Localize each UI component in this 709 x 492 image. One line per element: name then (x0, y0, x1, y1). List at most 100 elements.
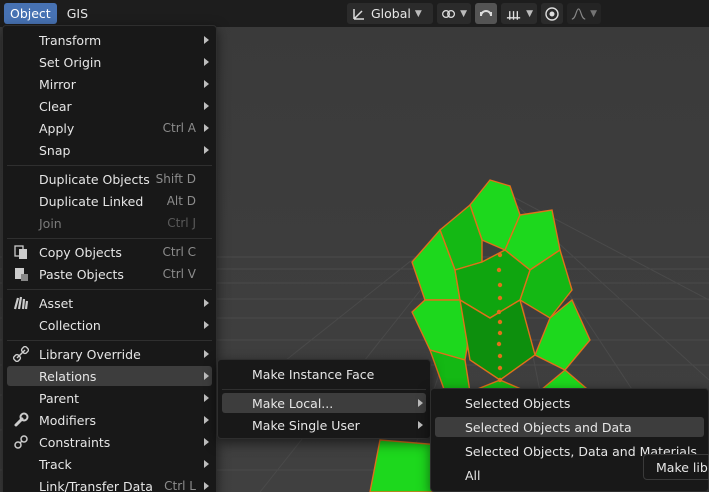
submenu-arrow-icon (204, 36, 209, 44)
menu-item-relations[interactable]: Relations (7, 366, 212, 386)
snap-target-dropdown[interactable]: ▼ (501, 3, 537, 24)
submenu-arrow-icon (204, 482, 209, 490)
menu-item-track[interactable]: Track (7, 454, 212, 474)
menu-item-copy-objects[interactable]: Copy Objects Ctrl C (7, 242, 212, 262)
snap-toggle[interactable] (475, 3, 497, 24)
menu-item-label: Join (39, 215, 62, 231)
menu-separator (7, 238, 212, 239)
menu-item-label: Clear (39, 98, 72, 114)
menu-item-label: Make Single User (252, 417, 360, 433)
menu-separator (222, 389, 426, 390)
falloff-curve-icon (571, 7, 586, 20)
link-icon (442, 9, 456, 18)
transform-orientation-dropdown[interactable]: Global ▼ (347, 3, 433, 24)
menu-item-label: Track (39, 456, 72, 472)
menu-item-join[interactable]: Join Ctrl J (7, 213, 212, 233)
menu-item-label: Duplicate Linked (39, 193, 144, 209)
object-menu: Transform Set Origin Mirror Clear Apply … (2, 25, 217, 492)
menu-item-duplicate-linked[interactable]: Duplicate Linked Alt D (7, 191, 212, 211)
asset-icon (13, 296, 29, 310)
menu-separator (7, 165, 212, 166)
snap-grid-icon (506, 10, 521, 20)
menu-item-label: Library Override (39, 346, 141, 362)
paste-icon (15, 268, 28, 281)
menu-item-make-instance-face[interactable]: Make Instance Face (222, 364, 426, 384)
pivot-point-dropdown[interactable]: ▼ (437, 3, 471, 24)
menu-item-label: Paste Objects (39, 266, 124, 282)
chevron-down-icon: ▼ (460, 8, 467, 19)
menu-item-clear[interactable]: Clear (7, 96, 212, 116)
submenu-arrow-icon (204, 350, 209, 358)
submenu-arrow-icon (204, 321, 209, 329)
menu-item-paste-objects[interactable]: Paste Objects Ctrl V (7, 264, 212, 284)
submenu-arrow-icon (204, 146, 209, 154)
menu-item-selected-objects-and-data[interactable]: Selected Objects and Data (435, 417, 704, 437)
header-tools: Global ▼ ▼ ▼ ▼ (347, 3, 601, 24)
menu-item-label: Transform (39, 32, 102, 48)
menu-item-make-single-user[interactable]: Make Single User (222, 415, 426, 435)
tooltip-text: Make libr (656, 459, 709, 475)
submenu-arrow-icon (204, 416, 209, 424)
wrench-icon (14, 412, 29, 427)
menu-item-mirror[interactable]: Mirror (7, 74, 212, 94)
tooltip: Make libr (643, 454, 709, 480)
menu-separator (7, 289, 212, 290)
menu-item-label: Make Local... (252, 395, 334, 411)
menu-item-selected-objects[interactable]: Selected Objects (435, 393, 704, 413)
chevron-down-icon: ▼ (526, 8, 533, 19)
menu-item-label: Asset (39, 295, 74, 311)
menu-item-constraints[interactable]: Constraints (7, 432, 212, 452)
menu-separator (7, 340, 212, 341)
menu-item-collection[interactable]: Collection (7, 315, 212, 335)
shortcut-label: Alt D (166, 194, 196, 208)
shortcut-label: Ctrl V (162, 267, 196, 281)
menu-item-label: Relations (39, 368, 97, 384)
orientation-axes-icon (353, 8, 364, 20)
menu-item-transform[interactable]: Transform (7, 30, 212, 50)
menu-object[interactable]: Object (4, 3, 57, 24)
menu-item-make-local[interactable]: Make Local... (222, 393, 426, 413)
menu-item-library-override[interactable]: Library Override (7, 344, 212, 364)
submenu-arrow-icon (418, 421, 423, 429)
submenu-arrow-icon (204, 102, 209, 110)
menu-item-snap[interactable]: Snap (7, 140, 212, 160)
menu-item-label: Modifiers (39, 412, 97, 428)
magnet-icon (480, 9, 492, 16)
menu-item-label: Selected Objects (465, 395, 571, 411)
submenu-arrow-icon (418, 399, 423, 407)
menu-item-label: Snap (39, 142, 71, 158)
shortcut-label: Ctrl C (162, 245, 196, 259)
shortcut-label: Ctrl J (167, 216, 196, 230)
menu-item-label: Constraints (39, 434, 111, 450)
menu-item-label: Collection (39, 317, 101, 333)
shortcut-label: Ctrl A (162, 121, 196, 135)
viewport-header: Object GIS Global ▼ ▼ ▼ ▼ (0, 0, 709, 27)
constraint-icon (14, 435, 28, 449)
menu-gis[interactable]: GIS (61, 3, 94, 24)
chevron-down-icon: ▼ (414, 8, 422, 19)
menu-item-asset[interactable]: Asset (7, 293, 212, 313)
menu-item-label: Apply (39, 120, 75, 136)
falloff-dropdown[interactable]: ▼ (567, 3, 601, 24)
menu-item-parent[interactable]: Parent (7, 388, 212, 408)
proportional-editing-toggle[interactable] (541, 3, 563, 24)
copy-icon (14, 245, 27, 259)
menu-item-duplicate-objects[interactable]: Duplicate Objects Shift D (7, 169, 212, 189)
submenu-arrow-icon (204, 460, 209, 468)
submenu-arrow-icon (204, 80, 209, 88)
submenu-arrow-icon (204, 438, 209, 446)
menu-item-label: Set Origin (39, 54, 102, 70)
menu-item-apply[interactable]: Apply Ctrl A (7, 118, 212, 138)
menu-item-set-origin[interactable]: Set Origin (7, 52, 212, 72)
chevron-down-icon: ▼ (590, 8, 597, 19)
menu-item-label: Mirror (39, 76, 76, 92)
menu-item-modifiers[interactable]: Modifiers (7, 410, 212, 430)
menu-item-label: Copy Objects (39, 244, 122, 260)
submenu-arrow-icon (204, 372, 209, 380)
menu-item-label: Duplicate Objects (39, 171, 150, 187)
submenu-arrow-icon (204, 394, 209, 402)
proportional-editing-icon (545, 6, 559, 21)
menu-item-label: Link/Transfer Data (39, 478, 153, 492)
menu-item-link-transfer-data[interactable]: Link/Transfer Data Ctrl L (7, 476, 212, 492)
submenu-arrow-icon (204, 299, 209, 307)
